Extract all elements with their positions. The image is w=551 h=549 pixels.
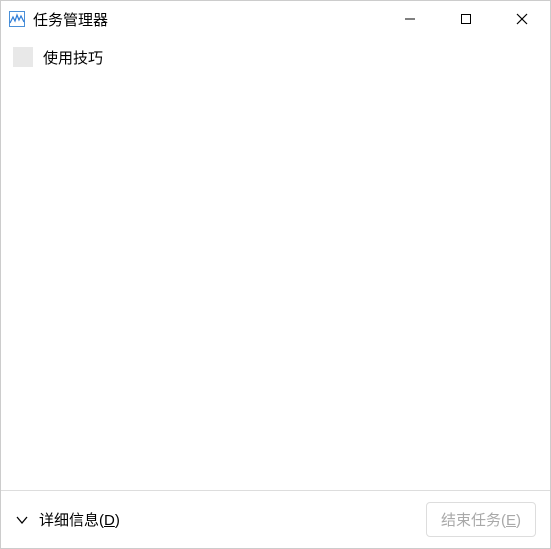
process-icon: [13, 47, 33, 67]
task-manager-window: 任务管理器 使用技巧 详细信息(D) 结束任务(E): [0, 0, 551, 549]
more-details-label: 详细信息(D): [39, 509, 120, 530]
process-name: 使用技巧: [43, 47, 103, 68]
task-manager-icon: [9, 11, 25, 27]
maximize-button[interactable]: [438, 1, 494, 37]
process-row[interactable]: 使用技巧: [9, 43, 542, 71]
close-button[interactable]: [494, 1, 550, 37]
footer-bar: 详细信息(D) 结束任务(E): [1, 490, 550, 548]
process-list: 使用技巧: [1, 37, 550, 490]
window-controls: [382, 1, 550, 37]
end-task-button[interactable]: 结束任务(E): [426, 502, 536, 537]
minimize-button[interactable]: [382, 1, 438, 37]
titlebar: 任务管理器: [1, 1, 550, 37]
chevron-down-icon: [15, 513, 29, 527]
window-title: 任务管理器: [33, 9, 108, 30]
more-details-toggle[interactable]: 详细信息(D): [15, 509, 120, 530]
